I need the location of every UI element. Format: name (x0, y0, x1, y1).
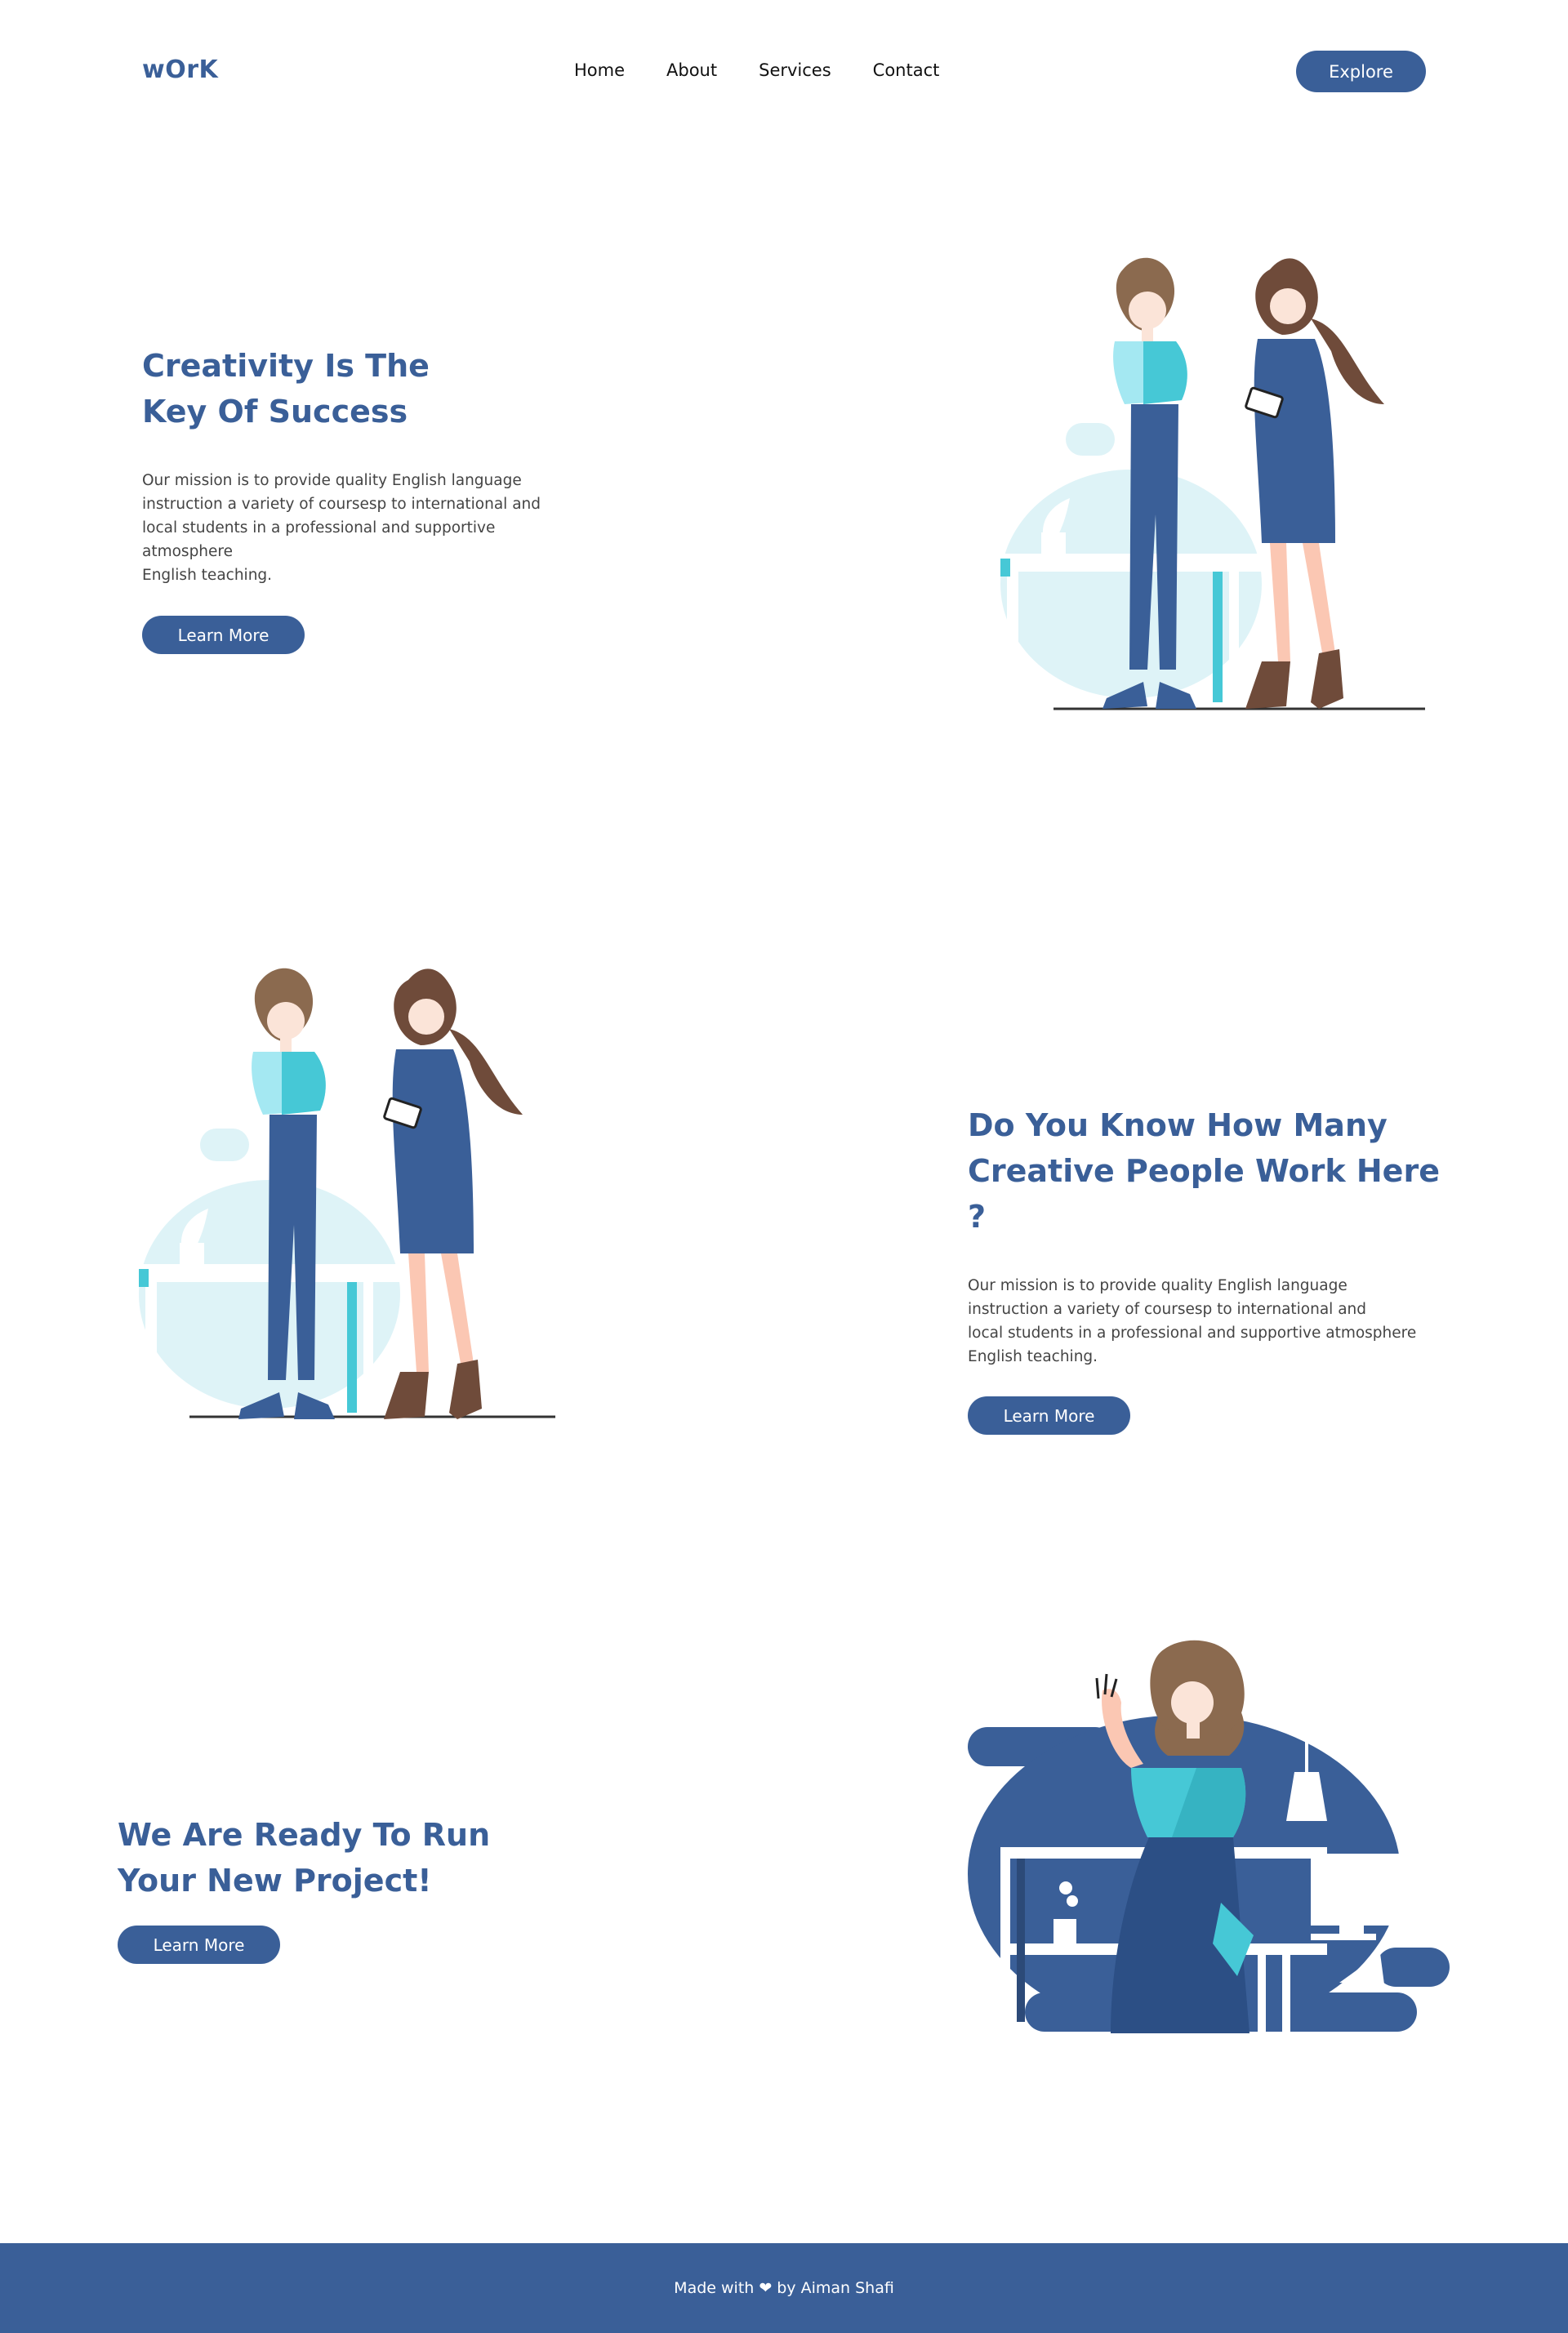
section2-learn-more-button[interactable]: Learn More (968, 1396, 1130, 1435)
site-footer: Made with ❤ by Aiman Shafi (0, 2243, 1568, 2333)
section2-description: Our mission is to provide quality Englis… (968, 1274, 1458, 1369)
project-illustration (968, 1640, 1450, 2033)
section3-title-line-2: Your New Project! (118, 1863, 432, 1899)
explore-button[interactable]: Explore (1296, 51, 1426, 92)
nav-item-services[interactable]: Services (759, 60, 831, 80)
hero-desc-line: instruction a variety of coursesp to int… (142, 496, 541, 513)
nav-item-contact[interactable]: Contact (873, 60, 940, 80)
top-navbar: wOrK Home About Services Contact Explore (0, 0, 1568, 144)
section2-title: Do You Know How Many Creative People Wor… (968, 1102, 1458, 1240)
nav-item-about[interactable]: About (666, 60, 717, 80)
section3-title: We Are Ready To Run Your New Project! (118, 1812, 575, 1903)
brand-logo[interactable]: wOrK (142, 56, 218, 84)
hero-desc-line: English teaching. (142, 567, 273, 584)
heart-icon: ❤ (759, 2279, 773, 2297)
hero-desc-line: local students in a professional and sup… (142, 519, 496, 537)
hero-title-line-1: Creativity Is The (142, 348, 430, 384)
nav-menu: Home About Services Contact (574, 60, 939, 80)
section2-desc-line: Our mission is to provide quality Englis… (968, 1277, 1348, 1294)
section3-title-line-1: We Are Ready To Run (118, 1817, 491, 1853)
hero-desc-line: atmosphere (142, 543, 233, 560)
section2-title-line-2: Creative People Work Here ? (968, 1153, 1440, 1235)
section2-title-line-1: Do You Know How Many (968, 1107, 1388, 1143)
hero-title: Creativity Is The Key Of Success (142, 343, 567, 434)
section3-text: We Are Ready To Run Your New Project! Le… (118, 1812, 575, 1964)
hero-description: Our mission is to provide quality Englis… (142, 469, 567, 587)
hero-title-line-2: Key Of Success (142, 394, 408, 430)
section3-learn-more-button[interactable]: Learn More (118, 1926, 280, 1964)
section2-text: Do You Know How Many Creative People Wor… (968, 1102, 1458, 1435)
nav-item-home[interactable]: Home (574, 60, 625, 80)
footer-prefix: Made with (674, 2279, 755, 2297)
team-illustration (139, 968, 555, 1421)
hero-text: Creativity Is The Key Of Success Our mis… (142, 343, 567, 654)
section2-desc-line: English teaching. (968, 1348, 1098, 1365)
hero-learn-more-button[interactable]: Learn More (142, 616, 305, 654)
section2-desc-line: local students in a professional and sup… (968, 1325, 1417, 1342)
section2-desc-line: instruction a variety of coursesp to int… (968, 1301, 1367, 1318)
footer-suffix: by Aiman Shafi (777, 2279, 894, 2297)
hero-desc-line: Our mission is to provide quality Englis… (142, 472, 522, 489)
hero-illustration (1000, 257, 1425, 710)
